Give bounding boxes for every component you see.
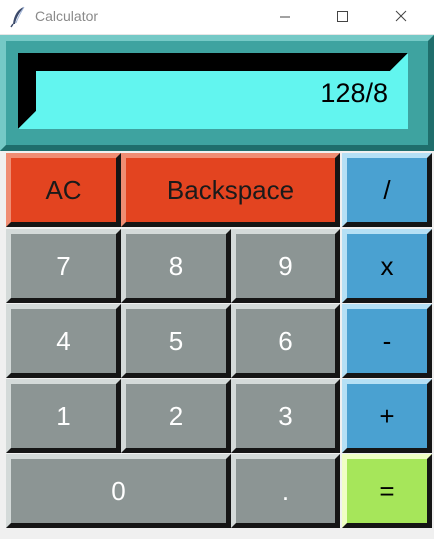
digit-4-button[interactable]: 4 [6, 304, 121, 378]
digit-0-label: 0 [111, 475, 126, 506]
divide-button[interactable]: / [342, 153, 432, 227]
clear-label: AC [45, 174, 82, 205]
digit-3-label: 3 [278, 400, 293, 431]
digit-9-label: 9 [278, 250, 293, 281]
digit-4-label: 4 [56, 325, 71, 356]
equals-button[interactable]: = [342, 454, 432, 528]
subtract-label: - [382, 325, 392, 356]
subtract-button[interactable]: - [342, 304, 432, 378]
decimal-button[interactable]: . [231, 454, 340, 528]
clear-button[interactable]: AC [6, 153, 121, 227]
backspace-label: Backspace [166, 174, 295, 205]
digit-3-button[interactable]: 3 [231, 379, 340, 453]
backspace-button[interactable]: Backspace [121, 153, 340, 227]
feather-icon [10, 6, 25, 28]
minimize-button[interactable] [262, 0, 308, 34]
display-value: 128/8 [320, 78, 388, 108]
multiply-button[interactable]: x [342, 229, 432, 303]
calculator-window: Calculator 128/8 AC Backspace / 7 8 9 x … [0, 0, 434, 539]
digit-7-label: 7 [56, 250, 71, 281]
digit-6-label: 6 [278, 325, 293, 356]
divide-label: / [383, 174, 391, 205]
digit-2-button[interactable]: 2 [121, 379, 231, 453]
digit-6-button[interactable]: 6 [231, 304, 340, 378]
digit-9-button[interactable]: 9 [231, 229, 340, 303]
add-button[interactable]: + [342, 379, 432, 453]
close-button[interactable] [378, 0, 424, 34]
digit-5-button[interactable]: 5 [121, 304, 231, 378]
maximize-icon [337, 11, 348, 22]
digit-2-label: 2 [168, 400, 184, 431]
window-title: Calculator [35, 8, 99, 24]
digit-7-button[interactable]: 7 [6, 229, 121, 303]
decimal-label: . [281, 475, 290, 506]
maximize-button[interactable] [320, 0, 366, 34]
close-icon [395, 10, 407, 22]
digit-0-button[interactable]: 0 [6, 454, 231, 528]
digit-1-button[interactable]: 1 [6, 379, 121, 453]
minimize-icon [280, 16, 290, 18]
digit-8-button[interactable]: 8 [121, 229, 231, 303]
add-label: + [379, 400, 395, 431]
title-bar[interactable]: Calculator [0, 0, 434, 35]
digit-5-label: 5 [168, 325, 184, 356]
digit-1-label: 1 [56, 400, 71, 431]
digit-8-label: 8 [168, 250, 184, 281]
equals-label: = [379, 475, 395, 506]
multiply-label: x [380, 250, 394, 281]
